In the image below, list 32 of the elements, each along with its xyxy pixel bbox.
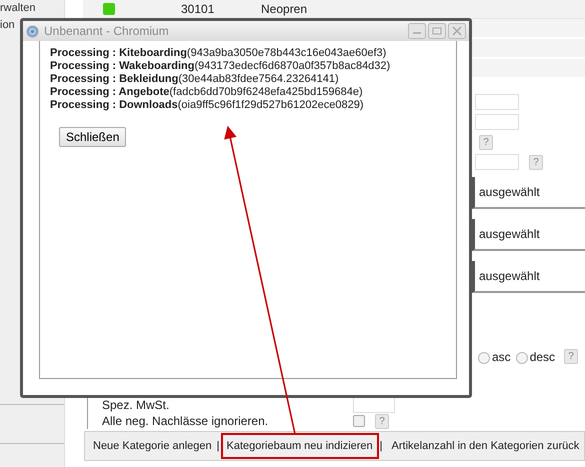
status-icon: [103, 3, 115, 15]
minimize-button[interactable]: [408, 23, 426, 39]
close-button[interactable]: [448, 23, 466, 39]
sidebar-item[interactable]: ion: [0, 17, 15, 34]
browser-icon: [26, 24, 39, 38]
input-field[interactable]: [475, 114, 519, 130]
table-cell: Neopren: [261, 2, 308, 16]
close-button[interactable]: Schließen: [59, 127, 126, 147]
sidebar-item[interactable]: rwalten: [0, 0, 36, 17]
field-label: Spez. MwSt.: [102, 398, 170, 412]
table-cell-text: 30101: [181, 2, 216, 16]
log-line: Processing : Kiteboarding(943a9ba3050e78b443c16e043ae60ef3): [50, 47, 388, 60]
toolbar-link[interactable]: Artikelanzahl in den Kategorien zurück: [384, 434, 584, 458]
window-title: Unbenannt - Chromium: [44, 24, 170, 38]
input-field[interactable]: [475, 154, 519, 170]
log-line: Processing : Downloads(oia9ff5c96f1f29d527b61202ece0829): [50, 99, 364, 112]
maximize-button[interactable]: [428, 23, 446, 39]
input-field[interactable]: [475, 94, 519, 110]
separator-text: |: [378, 440, 384, 452]
log-line: Processing : Bekleidung(30e44ab83fdee7564.23264141): [50, 73, 340, 86]
separator-text: |: [216, 440, 221, 452]
input-field[interactable]: [353, 397, 395, 413]
radio-label: desc: [530, 350, 556, 364]
radio-label: asc: [492, 350, 511, 364]
toolbar-link[interactable]: Neue Kategorie anlegen: [85, 434, 216, 458]
radio-button[interactable]: [516, 352, 528, 364]
checkbox[interactable]: [353, 415, 365, 427]
field-label: Alle neg. Nachlässe ignorieren.: [102, 414, 270, 428]
toolbar-link[interactable]: Kategoriebaum neu indizieren: [220, 433, 379, 459]
radio-button[interactable]: [478, 352, 490, 364]
log-line: Processing : Angebote(fadcb6dd70b9f6248efa425bd159684e): [50, 86, 364, 99]
log-line: Processing : Wakeboarding(943173edecf6d6870a0f357b8ac84d32): [50, 60, 392, 73]
